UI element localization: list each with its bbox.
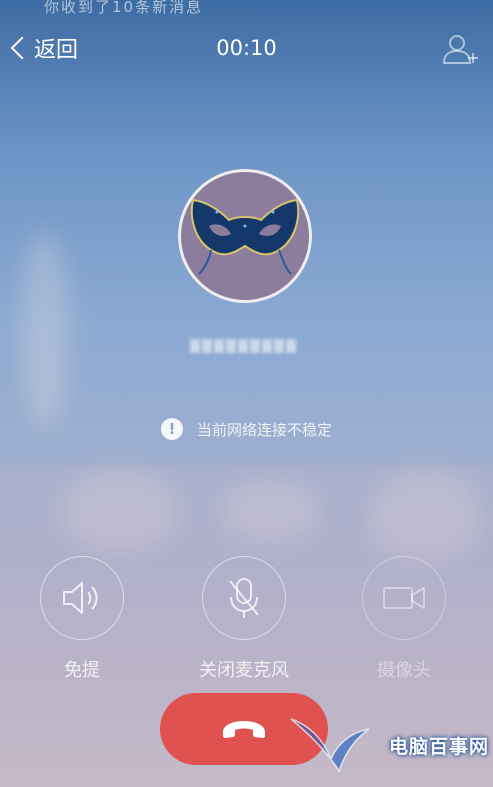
camera-icon [383, 587, 425, 609]
mute-mic-circle [202, 556, 286, 640]
contact-name-obscured [190, 333, 300, 359]
speaker-icon [63, 582, 98, 614]
contact-avatar [178, 169, 312, 303]
watermark: 电脑百事网 [289, 715, 489, 775]
mute-mic-label: 关闭麦克风 [199, 660, 289, 681]
hangup-phone-icon [223, 721, 265, 738]
call-controls: 免提 关闭麦克风 摄像头 [0, 556, 493, 686]
camera-circle [362, 556, 446, 640]
speaker-label: 免提 [64, 660, 100, 681]
speaker-button[interactable]: 免提 [22, 556, 142, 682]
notification-text: 你收到了10条新消息 [44, 0, 204, 16]
status-bar: 你收到了10条新消息 [0, 0, 493, 26]
warning-icon: ! [160, 418, 183, 440]
masquerade-mask-icon [190, 198, 300, 275]
watermark-logo-icon [290, 718, 370, 773]
add-user-icon [442, 35, 478, 64]
camera-button[interactable]: 摄像头 [344, 556, 464, 682]
watermark-text: 电脑百事网 [388, 735, 489, 758]
network-warning: ! 当前网络连接不稳定 [0, 418, 493, 440]
camera-label: 摄像头 [377, 660, 431, 681]
add-user-button[interactable] [441, 30, 479, 68]
mic-off-icon [229, 578, 259, 618]
mute-mic-button[interactable]: 关闭麦克风 [184, 556, 304, 682]
speaker-circle [40, 556, 124, 640]
network-warning-text: 当前网络连接不稳定 [196, 420, 332, 439]
top-bar: 返回 00:10 [0, 28, 493, 72]
call-timer: 00:10 [216, 36, 277, 60]
